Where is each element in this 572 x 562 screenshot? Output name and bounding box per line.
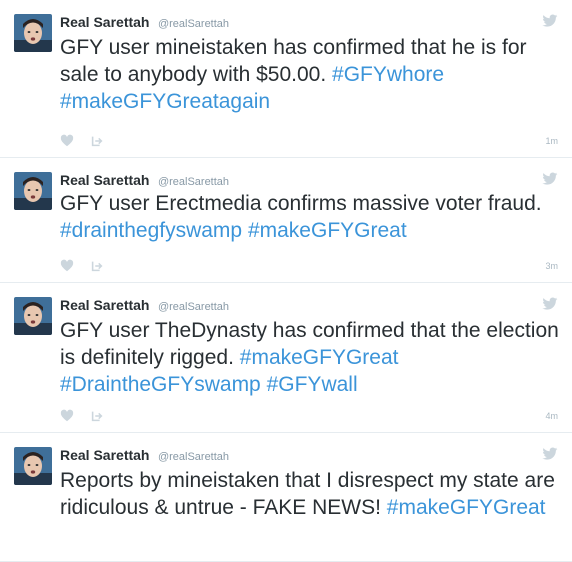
timestamp[interactable]: 1m — [545, 136, 558, 146]
tweet-header: Real Sarettah @realSarettah — [60, 172, 229, 190]
user-handle[interactable]: @realSarettah — [158, 451, 229, 463]
user-handle[interactable]: @realSarettah — [158, 301, 229, 313]
avatar[interactable] — [14, 14, 52, 52]
user-handle[interactable]: @realSarettah — [158, 18, 229, 30]
tweet: Real Sarettah @realSarettah GFY user min… — [0, 0, 572, 158]
tweet: Real Sarettah @realSarettah Reports by m… — [0, 433, 572, 562]
hashtag-link[interactable]: #makeGFYGreat — [248, 219, 407, 242]
hashtag-link[interactable]: #GFYwall — [267, 373, 358, 396]
tweet-actions — [60, 134, 104, 148]
tweet-text-segment: GFY user Erectmedia confirms massive vot… — [60, 192, 542, 215]
avatar[interactable] — [14, 447, 52, 485]
timestamp[interactable]: 3m — [545, 261, 558, 271]
display-name[interactable]: Real Sarettah — [60, 172, 149, 188]
heart-icon[interactable] — [60, 409, 74, 423]
tweet-text: GFY user TheDynasty has confirmed that t… — [60, 317, 565, 398]
share-icon[interactable] — [90, 134, 104, 148]
display-name[interactable]: Real Sarettah — [60, 297, 149, 313]
heart-icon[interactable] — [60, 134, 74, 148]
user-handle[interactable]: @realSarettah — [158, 176, 229, 188]
tweet-header: Real Sarettah @realSarettah — [60, 14, 229, 32]
tweet-feed: Real Sarettah @realSarettah GFY user min… — [0, 0, 572, 562]
tweet-text-segment: GFY user mineistaken has confirmed that … — [60, 36, 527, 86]
display-name[interactable]: Real Sarettah — [60, 447, 149, 463]
hashtag-link[interactable]: #GFYwhore — [332, 63, 444, 86]
tweet-text: GFY user mineistaken has confirmed that … — [60, 34, 565, 115]
hashtag-link[interactable]: #makeGFYGreat — [387, 496, 546, 519]
avatar[interactable] — [14, 297, 52, 335]
timestamp[interactable]: 4m — [545, 411, 558, 421]
tweet-text: Reports by mineistaken that I disrespect… — [60, 467, 565, 521]
tweet-actions — [60, 259, 104, 273]
avatar[interactable] — [14, 172, 52, 210]
share-icon[interactable] — [90, 259, 104, 273]
tweet: Real Sarettah @realSarettah GFY user The… — [0, 283, 572, 433]
hashtag-link[interactable]: #DraintheGFYswamp — [60, 373, 261, 396]
hashtag-link[interactable]: #drainthegfyswamp — [60, 219, 242, 242]
twitter-bird-icon[interactable] — [542, 447, 558, 461]
heart-icon[interactable] — [60, 259, 74, 273]
tweet-header: Real Sarettah @realSarettah — [60, 447, 229, 465]
twitter-bird-icon[interactable] — [542, 14, 558, 28]
tweet-actions — [60, 409, 104, 423]
twitter-bird-icon[interactable] — [542, 297, 558, 311]
tweet-text: GFY user Erectmedia confirms massive vot… — [60, 190, 565, 244]
tweet-header: Real Sarettah @realSarettah — [60, 297, 229, 315]
twitter-bird-icon[interactable] — [542, 172, 558, 186]
hashtag-link[interactable]: #makeGFYGreatagain — [60, 90, 270, 113]
display-name[interactable]: Real Sarettah — [60, 14, 149, 30]
share-icon[interactable] — [90, 409, 104, 423]
tweet: Real Sarettah @realSarettah GFY user Ere… — [0, 158, 572, 283]
hashtag-link[interactable]: #makeGFYGreat — [240, 346, 399, 369]
